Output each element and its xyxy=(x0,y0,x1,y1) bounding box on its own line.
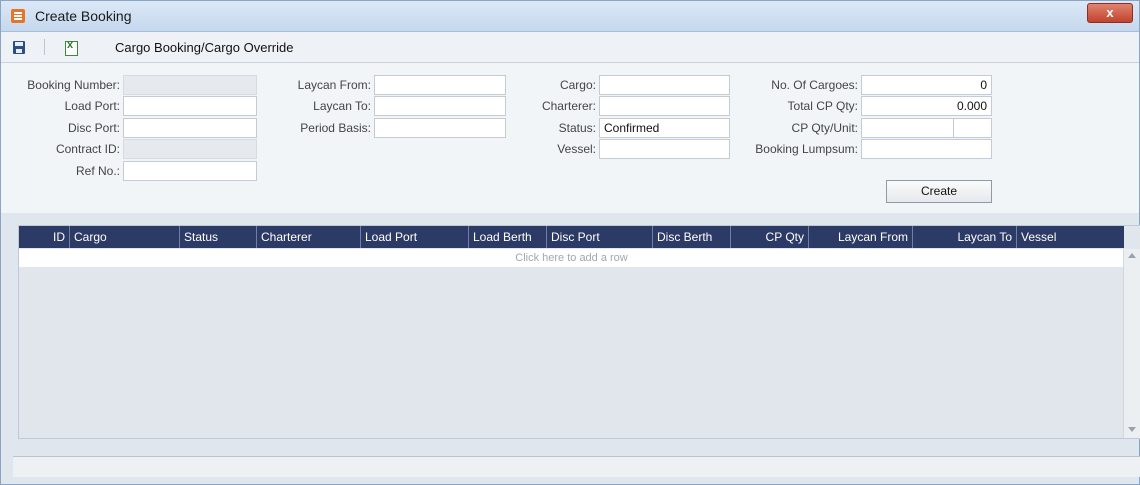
window-title: Create Booking xyxy=(35,8,132,24)
laycan-from-label: Laycan From: xyxy=(297,78,371,92)
add-row-placeholder[interactable]: Click here to add a row xyxy=(19,249,1124,267)
bookings-grid: ID Cargo Status Charterer Load Port Load… xyxy=(18,225,1140,439)
status-field[interactable]: Confirmed xyxy=(599,118,730,138)
no-of-cargoes-label: No. Of Cargoes: xyxy=(771,78,858,92)
booking-number-label: Booking Number: xyxy=(27,78,120,92)
cargo-label: Cargo: xyxy=(559,78,596,92)
column-header-laycan-from[interactable]: Laycan From xyxy=(809,226,913,248)
total-cp-qty-label: Total CP Qty: xyxy=(787,99,858,113)
booking-number-field xyxy=(123,75,257,95)
create-button[interactable]: Create xyxy=(886,180,992,203)
toolbar-title: Cargo Booking/Cargo Override xyxy=(115,40,294,55)
total-cp-qty-field: 0.000 xyxy=(861,96,992,116)
no-of-cargoes-field: 0 xyxy=(861,75,992,95)
column-header-disc-port[interactable]: Disc Port xyxy=(547,226,653,248)
laycan-from-field[interactable] xyxy=(374,75,506,95)
cp-qty-unit-label: CP Qty/Unit: xyxy=(791,121,858,135)
column-header-vessel[interactable]: Vessel xyxy=(1017,226,1124,248)
laycan-to-field[interactable] xyxy=(374,96,506,116)
vessel-field[interactable] xyxy=(599,139,730,159)
ref-no-label: Ref No.: xyxy=(75,164,120,178)
column-header-cp-qty[interactable]: CP Qty xyxy=(731,226,809,248)
scroll-up-arrow-icon[interactable] xyxy=(1128,253,1136,258)
disc-port-field[interactable] xyxy=(123,118,257,138)
ref-no-field[interactable] xyxy=(123,161,257,181)
laycan-to-label: Laycan To: xyxy=(313,99,371,113)
column-header-charterer[interactable]: Charterer xyxy=(257,226,361,248)
load-port-label: Load Port: xyxy=(64,99,120,113)
contract-id-field xyxy=(123,139,257,159)
column-header-load-port[interactable]: Load Port xyxy=(361,226,469,248)
column-header-status[interactable]: Status xyxy=(180,226,257,248)
booking-lumpsum-field[interactable] xyxy=(861,139,992,159)
column-header-laycan-to[interactable]: Laycan To xyxy=(913,226,1017,248)
grid-header: ID Cargo Status Charterer Load Port Load… xyxy=(19,226,1124,248)
title-bar: Create Booking x xyxy=(1,1,1139,32)
close-button[interactable]: x xyxy=(1087,3,1133,23)
scroll-down-arrow-icon[interactable] xyxy=(1128,427,1136,432)
period-basis-field[interactable] xyxy=(374,118,506,138)
column-header-cargo[interactable]: Cargo xyxy=(70,226,180,248)
disc-port-label: Disc Port: xyxy=(67,121,120,135)
period-basis-label: Period Basis: xyxy=(300,121,371,135)
load-port-field[interactable] xyxy=(123,96,257,116)
column-header-load-berth[interactable]: Load Berth xyxy=(469,226,547,248)
charterer-label: Charterer: xyxy=(541,99,596,113)
contract-id-label: Contract ID: xyxy=(55,142,120,156)
column-header-disc-berth[interactable]: Disc Berth xyxy=(653,226,731,248)
save-icon[interactable] xyxy=(13,41,25,54)
cp-unit-field[interactable] xyxy=(953,118,992,138)
close-icon: x xyxy=(1106,5,1114,20)
create-booking-window: Create Booking x Cargo Booking/Cargo Ove… xyxy=(0,0,1140,485)
app-icon xyxy=(11,9,25,23)
excel-export-icon[interactable] xyxy=(65,39,78,56)
vessel-label: Vessel: xyxy=(557,142,596,156)
column-header-id[interactable]: ID xyxy=(19,226,70,248)
toolbar-separator xyxy=(44,39,45,55)
cp-qty-field[interactable] xyxy=(861,118,954,138)
cargo-field[interactable] xyxy=(599,75,730,95)
charterer-field[interactable] xyxy=(599,96,730,116)
grid-scrollbar[interactable] xyxy=(1123,249,1140,438)
status-bar xyxy=(13,456,1140,477)
status-label: Status: xyxy=(558,121,596,135)
booking-lumpsum-label: Booking Lumpsum: xyxy=(755,142,858,156)
toolbar: Cargo Booking/Cargo Override xyxy=(1,32,1139,63)
